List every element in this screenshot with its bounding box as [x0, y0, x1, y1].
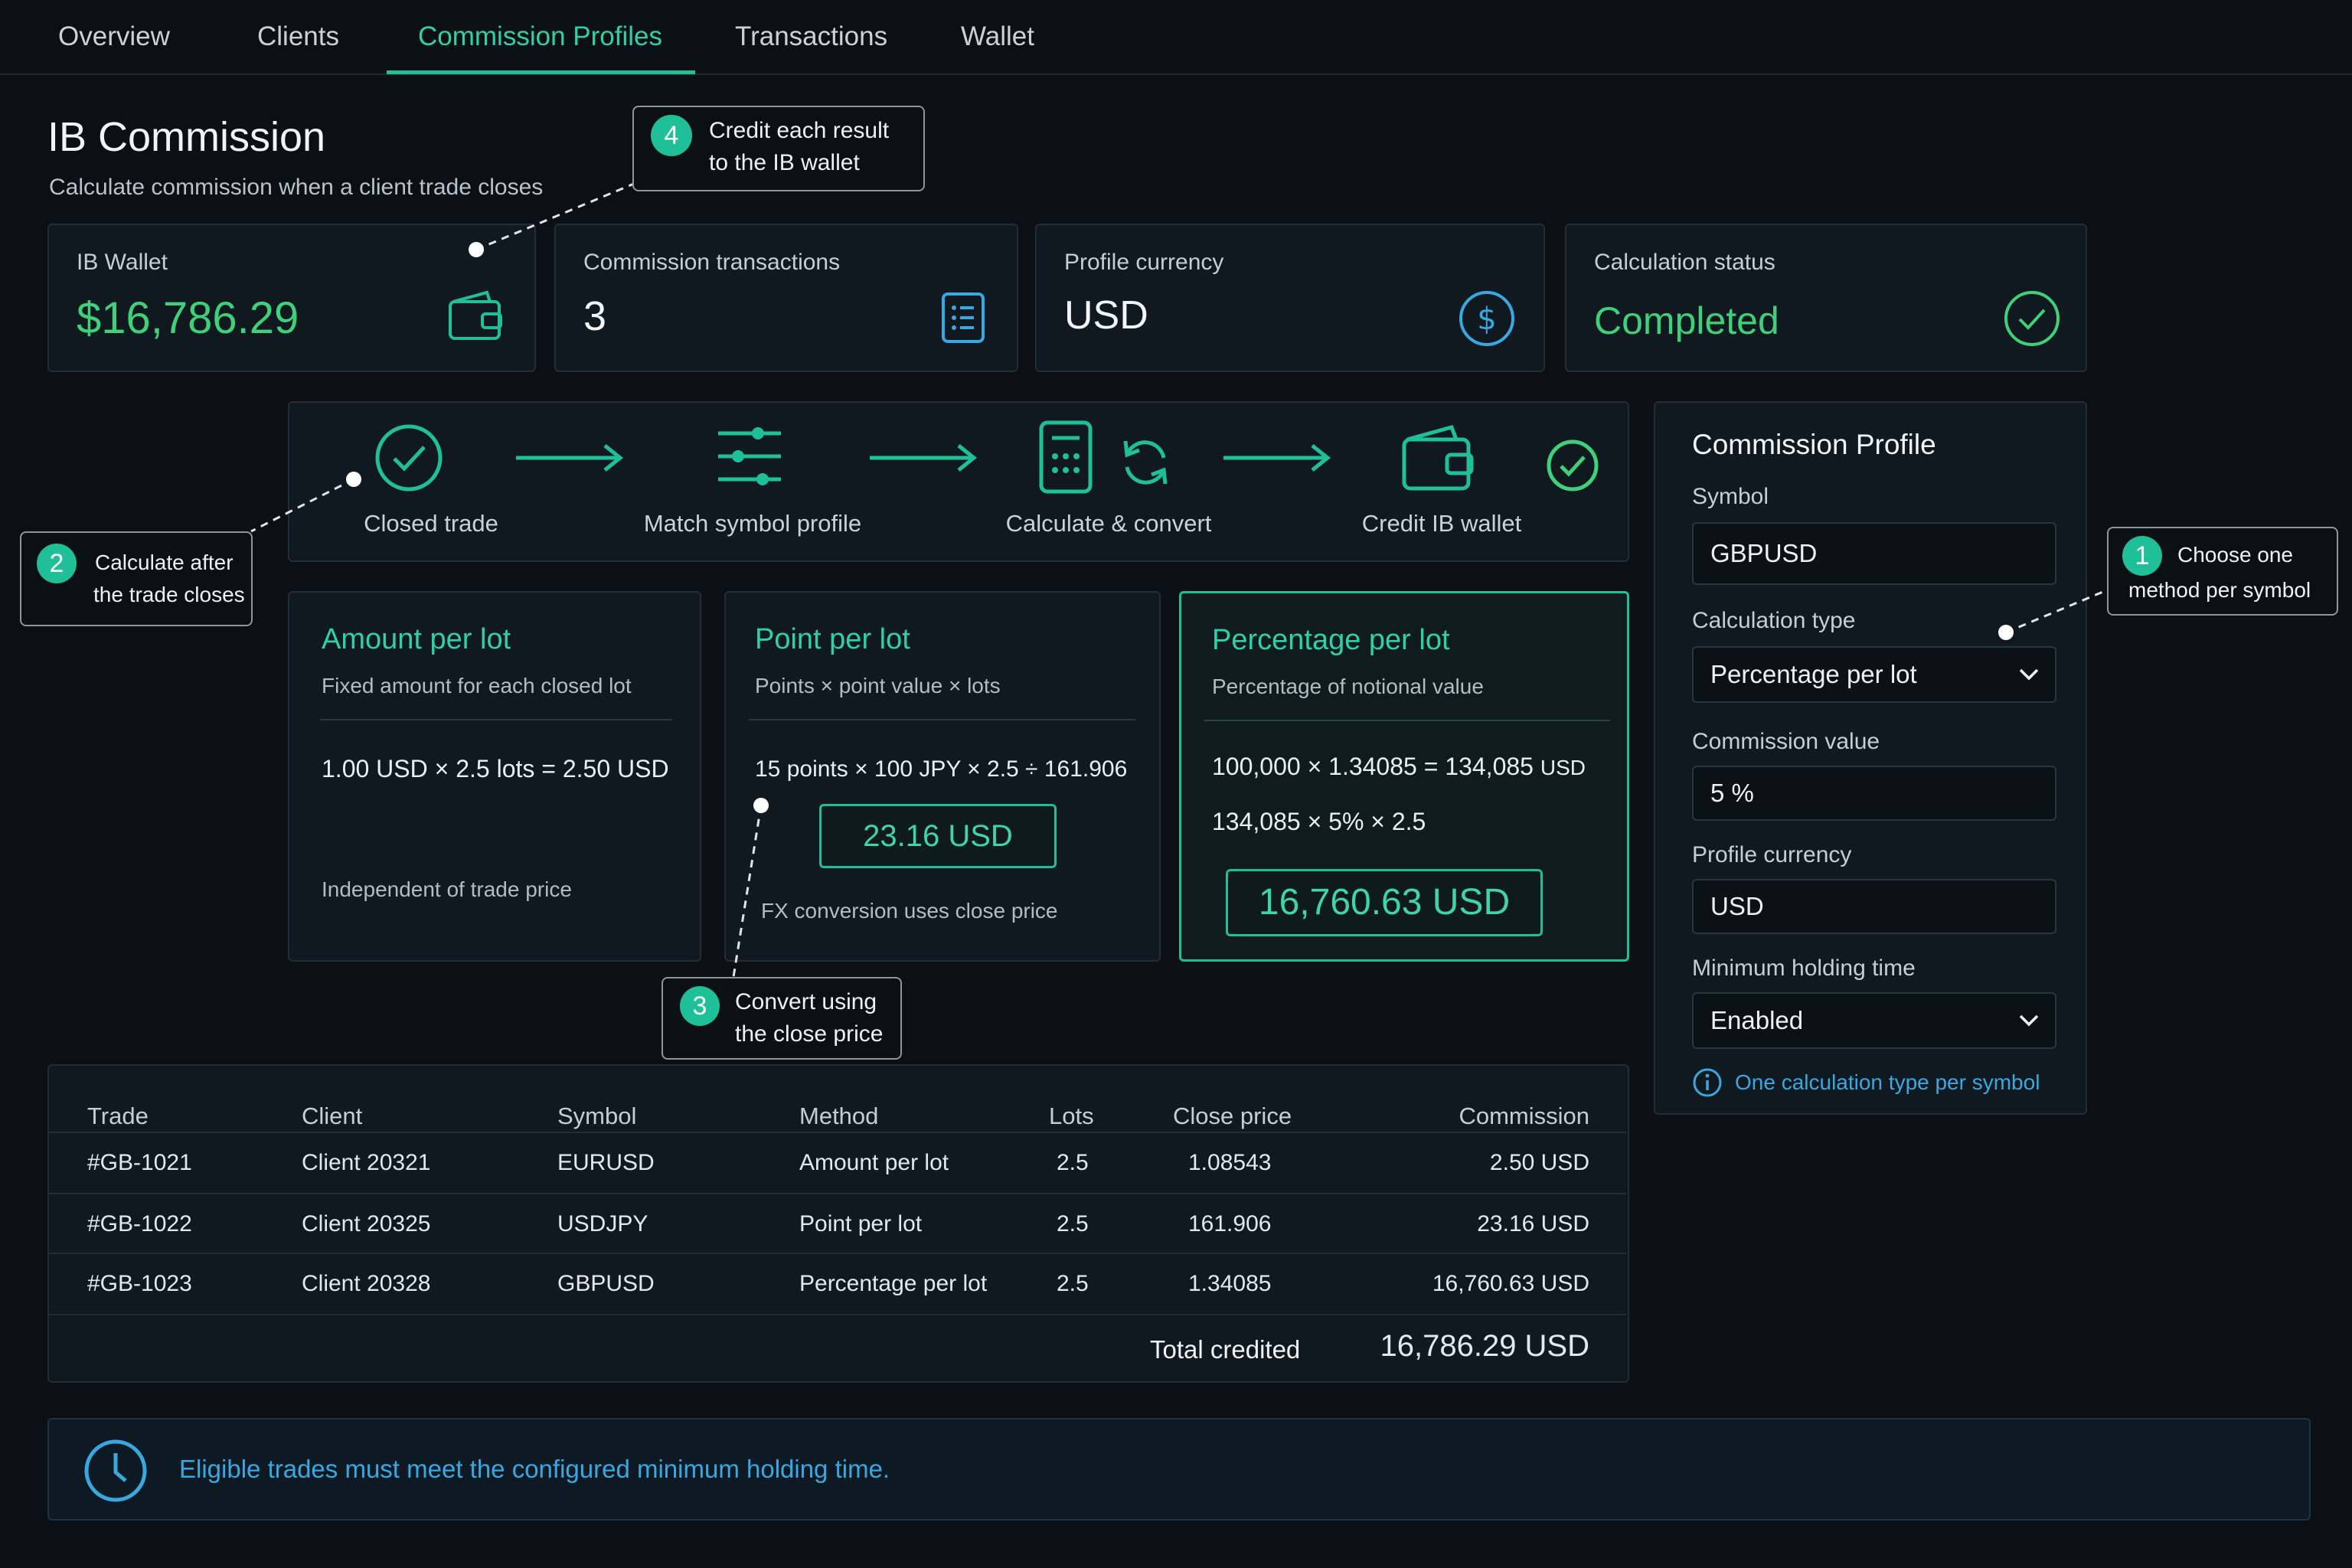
- callout-line-2: the close price: [735, 1021, 884, 1047]
- callout-line-1: Choose one: [2177, 543, 2294, 567]
- callout-number: 2: [37, 544, 77, 583]
- connector-dot: [346, 472, 361, 487]
- callout-line-2: to the IB wallet: [709, 150, 860, 175]
- callout-line-2: method per symbol: [2128, 578, 2311, 602]
- connector-dot: [1998, 625, 2014, 640]
- callout-line-1: Credit each result: [709, 118, 890, 143]
- callout-choose-method: 1 Choose one method per symbol: [2107, 527, 2338, 616]
- callout-line-1: Convert using: [735, 989, 877, 1014]
- callout-line-2: the trade closes: [93, 583, 245, 606]
- callout-number: 3: [680, 986, 720, 1026]
- callout-connectors: [250, 182, 2109, 978]
- callout-calculate-after-close: 2 Calculate after the trade closes: [20, 531, 253, 626]
- callout-number: 1: [2122, 536, 2162, 576]
- callout-line-1: Calculate after: [95, 550, 234, 574]
- connector-dot: [469, 242, 484, 257]
- callout-convert-close-price: 3 Convert using the close price: [662, 977, 902, 1060]
- callout-number: 4: [651, 115, 692, 156]
- callout-credit-wallet: 4 Credit each result to the IB wallet: [632, 106, 925, 191]
- connector-dot: [753, 798, 769, 813]
